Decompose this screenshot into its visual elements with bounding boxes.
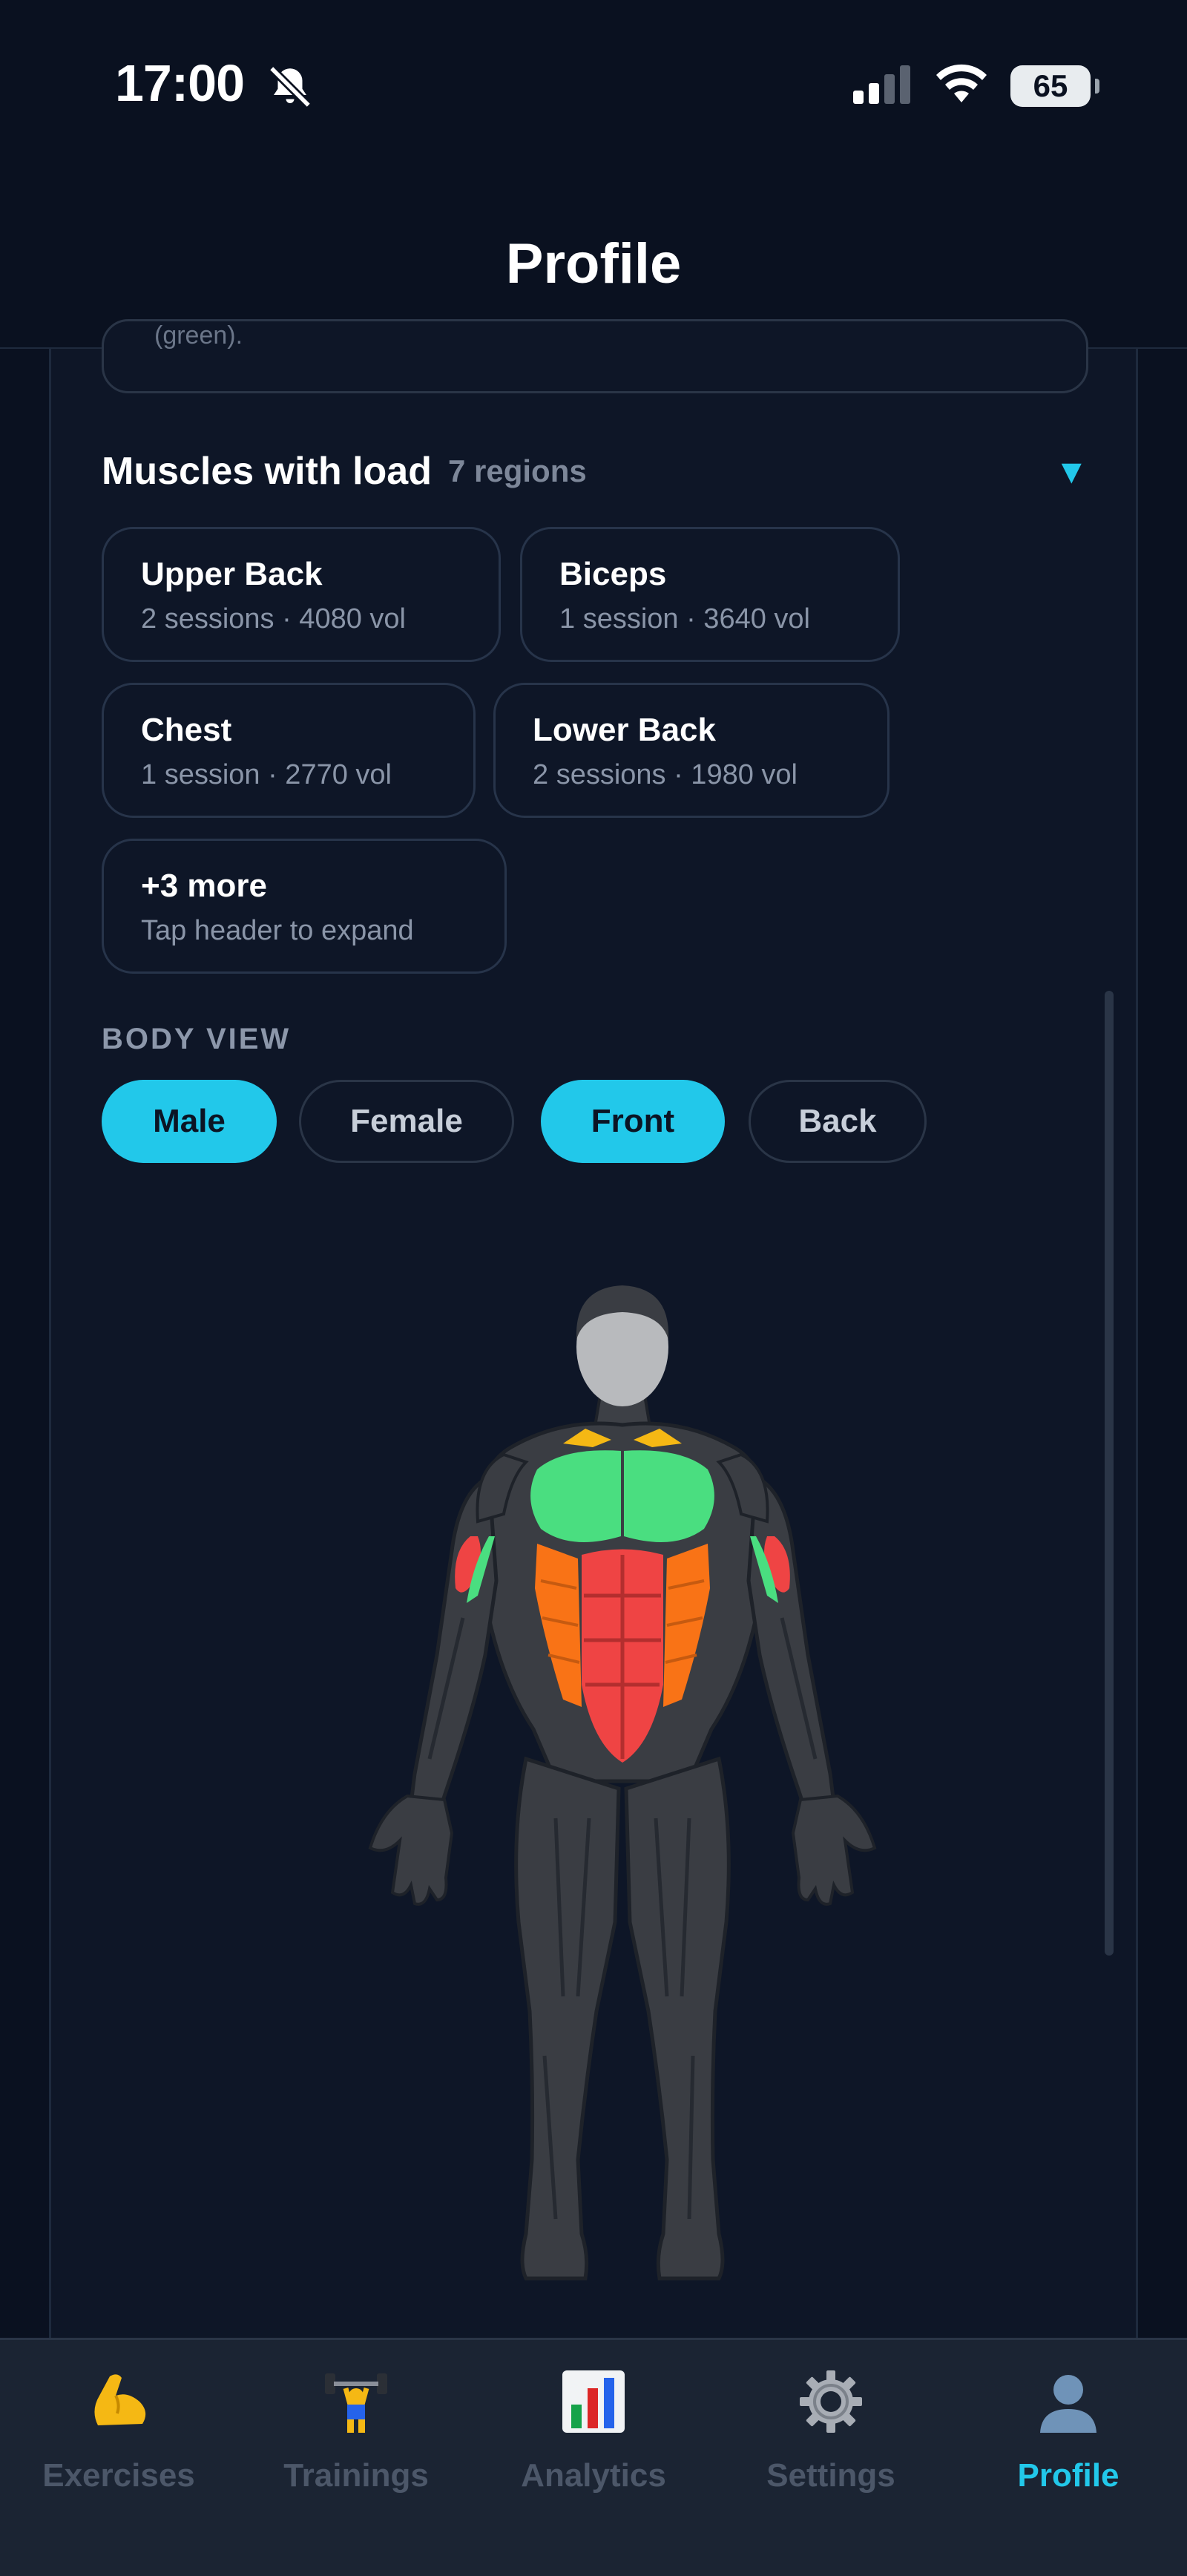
previous-card: (green).	[102, 319, 1088, 393]
muscle-chip-title: Upper Back	[141, 556, 323, 592]
tab-trainings[interactable]: Trainings	[237, 2340, 475, 2526]
muscle-chip-upper-back[interactable]: Upper Back 2 sessions · 4080 vol	[102, 527, 501, 662]
muscle-chip-detail: 2 sessions · 4080 vol	[141, 603, 406, 635]
tab-label: Profile	[1017, 2457, 1119, 2494]
muscle-chip-detail: 1 session · 2770 vol	[141, 759, 392, 790]
muscles-section-count: 7 regions	[447, 453, 587, 488]
caret-down-icon[interactable]: ▼	[1054, 451, 1088, 491]
bar-chart-icon	[553, 2361, 634, 2442]
previous-card-text: (green).	[154, 321, 243, 350]
tab-label: Trainings	[283, 2457, 429, 2494]
toggle-female[interactable]: Female	[299, 1080, 514, 1163]
tab-settings[interactable]: Settings	[712, 2340, 950, 2526]
muscle-chip-title: Chest	[141, 712, 232, 748]
tab-exercises[interactable]: Exercises	[0, 2340, 237, 2526]
head	[576, 1285, 669, 1406]
tab-label: Analytics	[521, 2457, 666, 2494]
muscle-chip-lower-back[interactable]: Lower Back 2 sessions · 1980 vol	[493, 683, 890, 818]
muscle-chip-biceps[interactable]: Biceps 1 session · 3640 vol	[520, 527, 900, 662]
status-bar: 17:00 65	[0, 0, 1187, 178]
weightlifter-icon	[315, 2361, 397, 2442]
muscle-chip-title: +3 more	[141, 868, 267, 904]
muscles-section-title: Muscles with load	[102, 450, 432, 493]
muscle-chip-title: Biceps	[559, 556, 667, 592]
tab-profile[interactable]: Profile	[950, 2340, 1187, 2526]
muscles-section-header[interactable]: Muscles with load 7 regions ▼	[102, 438, 1088, 505]
muscle-chip-detail: 1 session · 3640 vol	[559, 603, 810, 635]
page-title: Profile	[505, 232, 682, 295]
muscle-chip-chest[interactable]: Chest 1 session · 2770 vol	[102, 683, 476, 818]
scrollbar[interactable]	[1105, 991, 1114, 1956]
gear-icon	[790, 2361, 872, 2442]
toggle-male[interactable]: Male	[102, 1080, 277, 1163]
body-silhouette	[368, 1394, 877, 2281]
muscle-chip-detail: 2 sessions · 1980 vol	[533, 759, 798, 790]
tab-label: Exercises	[42, 2457, 195, 2494]
bell-slash-icon	[266, 62, 315, 115]
flexed-biceps-icon	[78, 2361, 160, 2442]
body-muscle-map	[368, 1285, 877, 2281]
user-silhouette-icon	[1027, 2361, 1109, 2442]
muscle-chip-more[interactable]: +3 more Tap header to expand	[102, 839, 507, 974]
cellular-signal-icon	[853, 64, 913, 108]
body-view-label: BODY VIEW	[102, 1023, 292, 1055]
tab-analytics[interactable]: Analytics	[475, 2340, 712, 2526]
tab-label: Settings	[766, 2457, 895, 2494]
status-time: 17:00	[115, 54, 245, 112]
profile-content: (green). Muscles with load 7 regions ▼ U…	[49, 319, 1138, 2338]
tab-bar: Exercises Trainings Analytics Settings P…	[0, 2338, 1187, 2576]
wifi-icon	[935, 64, 988, 108]
toggle-front[interactable]: Front	[541, 1080, 725, 1163]
battery-icon: 65	[1010, 65, 1099, 107]
toggle-back[interactable]: Back	[749, 1080, 927, 1163]
muscle-chip-title: Lower Back	[533, 712, 716, 748]
muscle-chip-detail: Tap header to expand	[141, 915, 414, 946]
